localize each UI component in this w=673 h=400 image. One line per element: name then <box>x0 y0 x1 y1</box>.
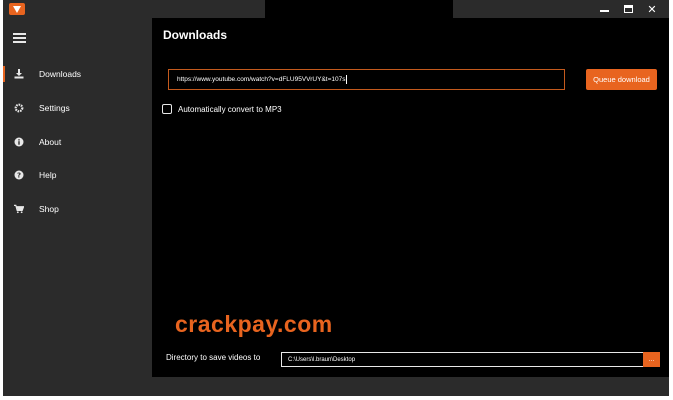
sidebar-item-help[interactable]: ? Help <box>3 165 149 185</box>
maximize-icon <box>623 5 633 13</box>
hamburger-menu-icon[interactable] <box>13 33 26 43</box>
convert-mp3-checkbox[interactable] <box>162 104 172 114</box>
titlebar-notch <box>265 0 453 18</box>
sidebar-item-label: Shop <box>39 204 59 214</box>
info-icon <box>14 137 24 147</box>
sidebar-item-settings[interactable]: Settings <box>3 98 149 118</box>
minimize-icon <box>599 10 609 12</box>
cart-icon <box>14 204 24 214</box>
url-input[interactable]: https://www.youtube.com/watch?v=dFLU95VV… <box>168 69 565 90</box>
svg-text:?: ? <box>17 172 21 180</box>
active-indicator <box>3 66 5 82</box>
minimize-button[interactable] <box>595 2 613 16</box>
sidebar-item-about[interactable]: About <box>3 132 149 152</box>
text-caret <box>346 75 348 84</box>
sidebar-item-label: Help <box>39 170 57 180</box>
directory-field[interactable]: C:\Users\l.braun\Desktop ... <box>281 352 660 367</box>
sidebar: Downloads Settings About ? Help Shop <box>3 18 149 396</box>
sidebar-item-shop[interactable]: Shop <box>3 199 149 219</box>
close-icon: ✕ <box>647 3 657 16</box>
sidebar-item-label: About <box>39 137 62 147</box>
sidebar-item-label: Downloads <box>39 69 82 79</box>
directory-value: C:\Users\l.braun\Desktop <box>288 356 356 363</box>
app-window: ✕ Downloads Settings About ? Help Shop D… <box>3 0 669 396</box>
window-controls: ✕ <box>595 2 661 16</box>
watermark-text: crackpay.com <box>175 311 333 337</box>
help-icon: ? <box>14 170 24 180</box>
app-logo-icon <box>9 3 25 15</box>
sidebar-item-label: Settings <box>39 103 70 113</box>
url-input-value: https://www.youtube.com/watch?v=dFLU95VV… <box>177 76 346 83</box>
browse-button[interactable]: ... <box>643 352 660 367</box>
download-icon <box>14 69 24 79</box>
gear-icon <box>14 103 24 113</box>
convert-mp3-option[interactable]: Automatically convert to MP3 <box>162 104 282 114</box>
convert-mp3-label: Automatically convert to MP3 <box>178 104 282 114</box>
page-title: Downloads <box>163 28 228 42</box>
directory-label: Directory to save videos to <box>166 353 261 362</box>
close-button[interactable]: ✕ <box>643 2 661 16</box>
main-panel: Downloads https://www.youtube.com/watch?… <box>152 18 669 377</box>
maximize-button[interactable] <box>619 2 637 16</box>
queue-download-button[interactable]: Queue download <box>586 69 657 90</box>
sidebar-item-downloads[interactable]: Downloads <box>3 64 149 84</box>
